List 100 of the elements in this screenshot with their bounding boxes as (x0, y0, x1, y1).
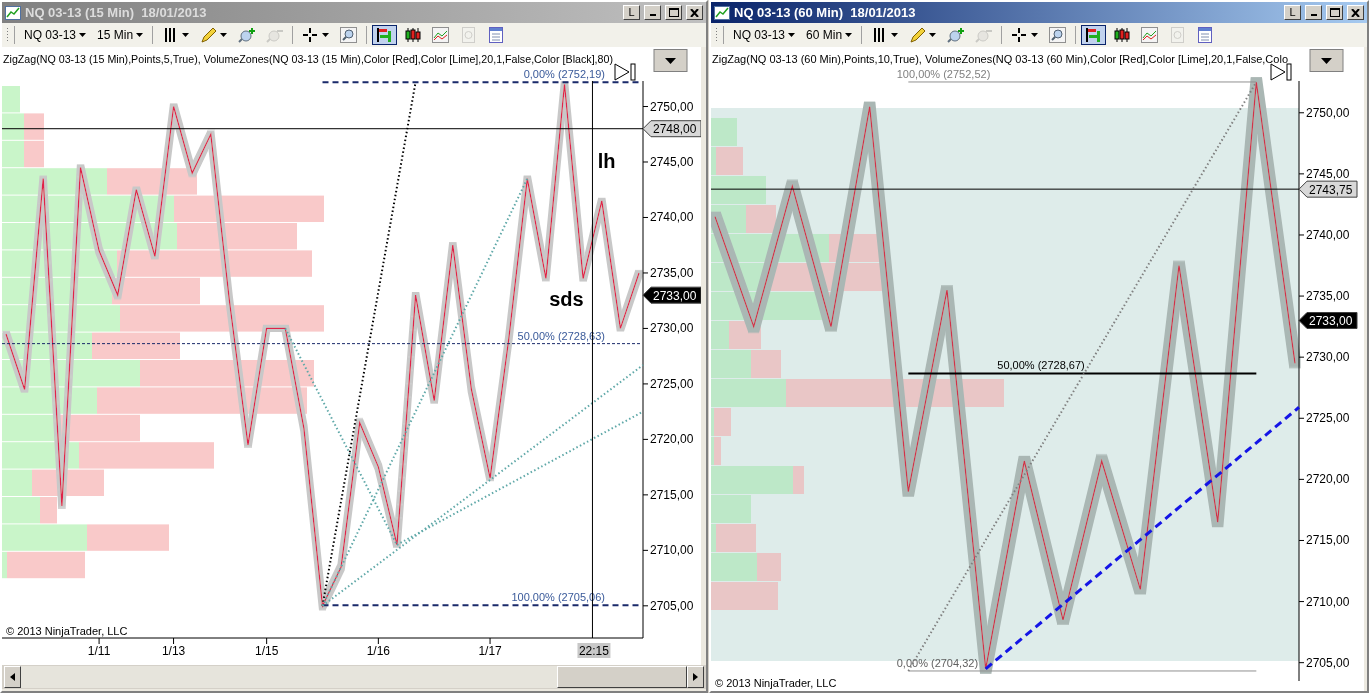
candlestick-icon (404, 27, 422, 43)
annotation-label: sds (549, 288, 584, 311)
axis-label: 2735,00 (650, 265, 694, 280)
magnifier-icon (340, 27, 358, 43)
fib-label: 100,00% (2752,52) (896, 68, 991, 80)
price-tag: 2733,00 (642, 286, 701, 304)
axis-label: 2735,00 (1306, 289, 1350, 304)
axis-label: 2730,00 (1306, 350, 1350, 365)
axis-label: 2715,00 (1306, 533, 1350, 548)
axis-label: 2710,00 (1306, 594, 1350, 609)
axis-label: 2705,00 (650, 598, 694, 613)
close-button[interactable] (1347, 5, 1364, 20)
axis-label: 1/17 (478, 644, 502, 658)
scroll-left-button[interactable] (4, 666, 21, 688)
zoom-in-icon (947, 27, 965, 43)
bars-icon (1085, 27, 1103, 43)
zoom-out-icon (975, 27, 993, 43)
crosshair-icon (1011, 27, 1029, 43)
crosshair-time-label: 22:15 (577, 643, 611, 658)
scrollbar-thumb[interactable] (557, 666, 687, 688)
chart-icon (5, 5, 21, 20)
axis-label: 2715,00 (650, 487, 694, 502)
instrument-dropdown[interactable]: NQ 03-13 (20, 27, 91, 43)
axis-label: 1/15 (254, 644, 279, 658)
maximize-icon (668, 8, 679, 17)
price-tag: 2743,75 (1298, 180, 1358, 198)
axis-label: 2720,00 (650, 432, 694, 447)
fib-label: 0,00% (2704,32) (896, 657, 979, 669)
axis-label: 2725,00 (650, 376, 694, 391)
caret-icon (929, 33, 937, 37)
caret-icon (136, 33, 144, 37)
bars-icon (376, 27, 394, 43)
axis-label: 2730,00 (650, 321, 694, 336)
toolbar-button[interactable] (372, 25, 398, 45)
chart-icon (714, 5, 730, 20)
axis-label: 2750,00 (650, 99, 694, 114)
indicator-label: ZigZag(NQ 03-13 (60 Min),Points,10,True), VolumeZones(NQ 03-13 (60 Min),Color [Red],Color [Lime],20,1,False,Colo (712, 53, 1315, 65)
maximize-icon (1329, 8, 1340, 17)
instrument-dropdown[interactable]: NQ 03-13 (729, 27, 800, 43)
minimize-button[interactable] (1305, 5, 1322, 20)
close-icon (1351, 8, 1360, 17)
page-icon (460, 27, 478, 43)
grip-icon (715, 27, 718, 43)
play-icon[interactable] (1270, 63, 1292, 81)
axis-label: 2750,00 (1306, 105, 1350, 120)
form-icon (1197, 27, 1215, 43)
window-title: NQ 03-13 (15 Min) 18/01/2013 (25, 3, 208, 22)
link-button[interactable]: L (1284, 5, 1301, 20)
dropdown-button[interactable] (1309, 49, 1344, 72)
page-icon (1169, 27, 1187, 43)
axis-label: 2710,00 (650, 543, 694, 558)
maximize-button[interactable] (665, 5, 682, 20)
caret-icon (322, 33, 330, 37)
fib-label: 0,00% (2752,19) (523, 68, 605, 81)
axis-label: 2720,00 (1306, 472, 1350, 487)
axis-label: 2745,00 (1306, 166, 1350, 181)
close-icon (690, 8, 699, 17)
caret-icon (182, 33, 190, 37)
axis-label: 2740,00 (650, 210, 694, 225)
indicator-label: ZigZag(NQ 03-13 (15 Min),Points,5,True), VolumeZones(NQ 03-13 (15 Min),Color [Red],Color [Lime],20,1,False,Color [Black],80) (3, 53, 661, 65)
caret-icon (220, 33, 228, 37)
form-icon (488, 27, 506, 43)
window-title: NQ 03-13 (60 Min) 18/01/2013 (734, 3, 917, 22)
caret-icon (1031, 33, 1039, 37)
play-icon[interactable] (614, 63, 636, 81)
caret-icon (788, 33, 796, 37)
scroll-right-button[interactable] (687, 666, 704, 688)
zoom-in-icon (238, 27, 256, 43)
axis-label: 2740,00 (1306, 227, 1350, 242)
pencil-icon (909, 27, 927, 43)
close-button[interactable] (686, 5, 703, 20)
fib-label: 50,00% (2728,67) (997, 359, 1085, 372)
caret-icon (79, 33, 87, 37)
price-tag: 2733,00 (1298, 312, 1358, 329)
axis-label: 2705,00 (1306, 655, 1350, 670)
caret-icon (845, 33, 853, 37)
minimize-button[interactable] (644, 5, 661, 20)
axis-label: 1/13 (161, 644, 186, 658)
copyright-text: © 2013 NinjaTrader, LLC (715, 677, 837, 689)
interval-dropdown[interactable]: 60 Min (802, 27, 857, 43)
line-chart-icon (1141, 27, 1159, 43)
minimize-icon (649, 14, 656, 16)
interval-dropdown[interactable]: 15 Min (93, 27, 148, 43)
minimize-icon (1310, 14, 1317, 16)
axis-label: 1/11 (87, 644, 111, 658)
axis-label: 2725,00 (1306, 411, 1350, 426)
toolbar-button[interactable] (1081, 25, 1107, 45)
left-arrow-icon (10, 673, 15, 681)
maximize-button[interactable] (1326, 5, 1343, 20)
line-chart-icon (432, 27, 450, 43)
copyright-text: © 2013 NinjaTrader, LLC (6, 625, 128, 637)
pencil-icon (200, 27, 218, 43)
axis-label: 1/16 (366, 644, 391, 658)
zoom-out-icon (266, 27, 284, 43)
magnifier-icon (1049, 27, 1067, 43)
caret-icon (891, 33, 899, 37)
crosshair-icon (302, 27, 320, 43)
link-button[interactable]: L (623, 5, 640, 20)
dropdown-button[interactable] (653, 49, 688, 72)
candlestick-icon (1113, 27, 1131, 43)
